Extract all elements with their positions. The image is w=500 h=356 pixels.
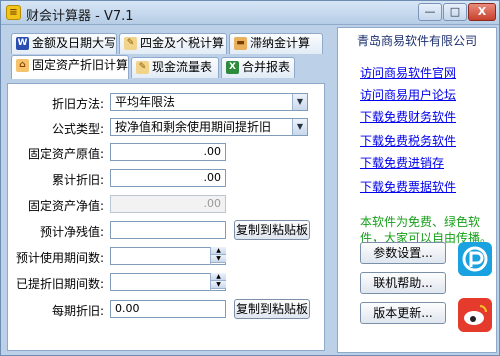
- calculator-icon: ≡: [6, 5, 21, 20]
- tab-consolidated-report[interactable]: X 合并报表: [221, 57, 295, 78]
- method-select[interactable]: 平均年限法 ▼: [110, 93, 308, 111]
- formula-value: 按净值和剩余使用期间提折旧: [115, 120, 272, 134]
- company-heading: 青岛商易软件有限公司: [356, 34, 477, 48]
- house-icon: ⌂: [16, 59, 29, 72]
- maximize-button[interactable]: □: [443, 3, 467, 21]
- link-download-invoice[interactable]: 下载免费票据软件: [360, 178, 456, 195]
- depreciated-periods-input[interactable]: [110, 273, 226, 291]
- link-download-inventory[interactable]: 下载免费进销存: [360, 154, 444, 171]
- spreadsheet-icon: X: [226, 61, 239, 74]
- stepper-down-icon[interactable]: ▼: [211, 281, 226, 289]
- tab-label: 合并报表: [242, 60, 291, 74]
- link-user-forum[interactable]: 访问商易用户论坛: [360, 86, 456, 103]
- pencil-icon: ✎: [136, 61, 149, 74]
- tab-cash-flow[interactable]: ✎ 现金流量表: [131, 57, 219, 78]
- residual-value-input[interactable]: [110, 221, 226, 239]
- minimize-button[interactable]: —: [418, 3, 442, 21]
- pencil-icon: ✎: [124, 37, 137, 50]
- formula-label: 公式类型:: [51, 122, 104, 136]
- tab-label: 滞纳金计算: [250, 36, 311, 50]
- tab-four-funds-tax[interactable]: ✎ 四金及个税计算: [119, 33, 227, 54]
- original-value-input[interactable]: .00: [110, 143, 226, 161]
- formula-select[interactable]: 按净值和剩余使用期间提折旧 ▼: [110, 118, 308, 136]
- company-sidebar: 青岛商易软件有限公司 访问商易软件官网 访问商易用户论坛 下载免费财务软件 下载…: [337, 27, 497, 353]
- tab-late-fee[interactable]: ▬ 滞纳金计算: [229, 33, 323, 54]
- tab-fixed-asset-depreciation[interactable]: ⌂ 固定资产折旧计算: [11, 55, 129, 79]
- word-doc-icon: W: [16, 37, 29, 50]
- accumulated-depreciation-input[interactable]: .00: [110, 169, 226, 187]
- tab-amount-date-uppercase[interactable]: W 金额及日期大写: [11, 33, 117, 54]
- copy-button[interactable]: 复制到粘贴板: [234, 299, 310, 319]
- net-value-field: .00: [110, 195, 226, 213]
- method-value: 平均年限法: [115, 95, 176, 109]
- app-window: ≡ 财会计算器 - V7.1 — □ X W 金额及日期大写 ✎ 四金及个税计算…: [0, 0, 500, 356]
- chevron-down-icon[interactable]: ▼: [292, 94, 307, 110]
- version-update-button[interactable]: 版本更新...: [360, 302, 446, 324]
- chevron-down-icon[interactable]: ▼: [292, 119, 307, 135]
- residual-label: 预计净残值:: [39, 225, 104, 239]
- periodic-depreciation-field[interactable]: 0.00: [110, 300, 226, 318]
- cake-icon: ▬: [234, 37, 247, 50]
- link-download-tax[interactable]: 下载免费税务软件: [360, 132, 456, 149]
- close-button[interactable]: X: [468, 3, 496, 21]
- settings-button[interactable]: 参数设置...: [360, 242, 446, 264]
- useful-life-stepper[interactable]: ▲ ▼: [210, 247, 226, 265]
- title-bar: ≡ 财会计算器 - V7.1 — □ X: [1, 1, 499, 25]
- tab-label: 固定资产折旧计算: [32, 58, 129, 72]
- useful-life-label: 预计使用期间数:: [15, 251, 104, 265]
- method-label: 折旧方法:: [51, 97, 104, 111]
- net-value-label: 固定资产净值:: [27, 199, 104, 213]
- depreciated-periods-stepper[interactable]: ▲ ▼: [210, 273, 226, 291]
- original-value-label: 固定资产原值:: [27, 147, 104, 161]
- link-download-accounting[interactable]: 下载免费财务软件: [360, 108, 456, 125]
- depreciation-panel: 折旧方法: 平均年限法 ▼ 公式类型: 按净值和剩余使用期间提折旧 ▼ 固定资产…: [7, 83, 325, 351]
- tab-label: 现金流量表: [152, 60, 213, 74]
- stepper-up-icon[interactable]: ▲: [211, 273, 226, 281]
- copy-button[interactable]: 复制到粘贴板: [234, 220, 310, 240]
- periodic-depreciation-label: 每期折旧:: [51, 304, 104, 318]
- tab-label: 四金及个税计算: [140, 36, 225, 50]
- weibo-icon[interactable]: [458, 298, 492, 332]
- accumulated-label: 累计折旧:: [51, 173, 104, 187]
- stepper-down-icon[interactable]: ▼: [211, 255, 226, 263]
- stepper-up-icon[interactable]: ▲: [211, 247, 226, 255]
- depreciated-periods-label: 已提折旧期间数:: [15, 277, 104, 291]
- useful-life-input[interactable]: [110, 247, 226, 265]
- calculator-area: W 金额及日期大写 ✎ 四金及个税计算 ▬ 滞纳金计算 ⌂ 固定资产折旧计算 ✎…: [7, 31, 327, 353]
- link-official-site[interactable]: 访问商易软件官网: [360, 64, 456, 81]
- window-title: 财会计算器 - V7.1: [26, 9, 134, 24]
- p-logo-icon[interactable]: [458, 242, 492, 276]
- tab-label: 金额及日期大写: [32, 36, 117, 50]
- online-help-button[interactable]: 联机帮助...: [360, 272, 446, 294]
